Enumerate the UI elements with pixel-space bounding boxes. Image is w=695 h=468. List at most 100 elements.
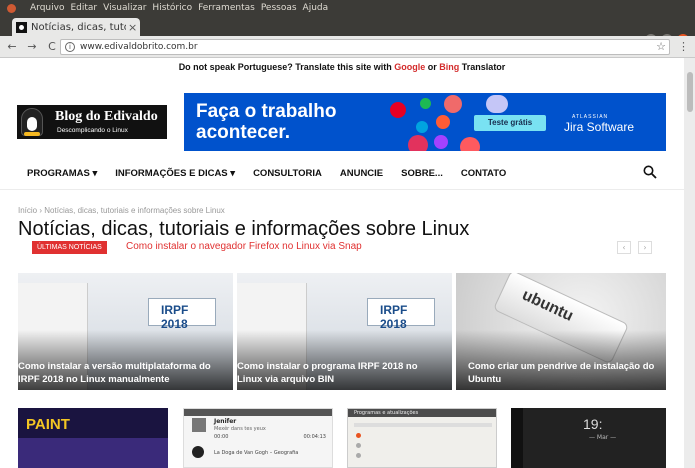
jira-ad-banner[interactable]: Faça o trabalho acontecer. Teste grátis …: [184, 93, 666, 151]
scrollbar-thumb[interactable]: [687, 72, 693, 112]
page-scrollbar[interactable]: [684, 58, 695, 468]
player-time-end: 00:04:13: [303, 434, 326, 440]
logo-tagline: Descomplicando o Linux: [57, 127, 128, 134]
spotify-icon: [420, 98, 431, 109]
free-trial-button[interactable]: Teste grátis: [474, 115, 546, 131]
clock-time: 19:: [583, 416, 603, 432]
article-thumbnail[interactable]: 19: — Mar —: [511, 408, 666, 468]
circle-icon: [416, 121, 428, 133]
google-translate-link[interactable]: Google: [394, 62, 425, 72]
latest-news-badge: ÚLTIMAS NOTÍCIAS: [32, 241, 107, 254]
pinterest-icon: [390, 102, 406, 118]
info-icon[interactable]: i: [65, 42, 75, 52]
menu-arquivo[interactable]: Arquivo: [30, 3, 64, 13]
breadcrumb-separator: ›: [39, 206, 43, 215]
page-title: Notícias, dicas, tutoriais e informações…: [18, 218, 470, 240]
tab-bar: Notícias, dicas, tuto × – □ ×: [0, 16, 695, 46]
tux-penguin-icon: [21, 108, 43, 136]
twitch-icon: [434, 135, 448, 149]
browser-toolbar: ← → C i www.edivaldobrito.com.br ☆ ⋮: [0, 36, 695, 58]
forward-icon[interactable]: →: [24, 40, 40, 53]
ad-headline-line2: acontecer.: [196, 122, 290, 143]
player-track-title: Jenifer: [214, 418, 237, 425]
album-art: [192, 418, 206, 432]
game-grid: [18, 438, 168, 468]
translate-suffix: Translator: [461, 62, 506, 72]
player-titlebar: [184, 409, 332, 416]
menu-pessoas[interactable]: Pessoas: [261, 3, 297, 13]
article-thumbnail[interactable]: PAINT: [18, 408, 168, 468]
site-logo[interactable]: Blog do Edivaldo Descomplicando o Linux: [17, 105, 167, 139]
featured-card[interactable]: IRPF 2018 Como instalar a versão multipl…: [18, 273, 233, 390]
back-icon[interactable]: ←: [4, 40, 20, 53]
radio-icon: [356, 443, 361, 448]
card-caption[interactable]: Como instalar a versão multiplataforma d…: [18, 360, 233, 386]
nav-informacoes-e-dicas[interactable]: INFORMAÇÕES E DICAS ▾: [115, 168, 235, 179]
airbnb-icon: [460, 137, 480, 151]
url-text[interactable]: www.edivaldobrito.com.br: [80, 42, 198, 52]
clock-date: — Mar —: [589, 434, 617, 441]
irpf-logo: IRPF 2018: [367, 298, 435, 331]
nav-contato[interactable]: CONTATO: [461, 168, 506, 179]
dock-bar: [511, 408, 523, 468]
breadcrumb: Início › Notícias, dicas, tutoriais e in…: [18, 206, 225, 215]
menu-ajuda[interactable]: Ajuda: [303, 3, 329, 13]
tab-close-icon[interactable]: ×: [128, 21, 137, 34]
bookmark-star-icon[interactable]: ☆: [656, 40, 666, 53]
featured-card[interactable]: IRPF 2018 Como instalar o programa IRPF …: [237, 273, 452, 390]
featured-card[interactable]: ubuntu Como criar um pendrive de instala…: [456, 273, 666, 390]
browser-tab[interactable]: Notícias, dicas, tuto ×: [12, 18, 140, 36]
ad-headline-line1: Faça o trabalho: [196, 101, 337, 122]
irpf-logo-text: IRPF 2018: [161, 303, 189, 331]
radio-icon: [356, 433, 361, 438]
app-menubar: Arquivo Editar Visualizar Histórico Ferr…: [0, 0, 334, 16]
card-caption[interactable]: Como instalar o programa IRPF 2018 no Li…: [237, 360, 452, 386]
search-icon[interactable]: [643, 165, 657, 179]
card-caption[interactable]: Como criar um pendrive de instalação do …: [468, 360, 666, 386]
nav-programas[interactable]: PROGRAMAS ▾: [27, 168, 97, 179]
player-track-artist: Mexêr dans tes yeux: [214, 426, 266, 432]
menu-historico[interactable]: Histórico: [152, 3, 192, 13]
ticker-prev-button[interactable]: ‹: [617, 241, 631, 254]
asana-icon: [444, 95, 462, 113]
vinyl-icon: [192, 446, 204, 458]
main-nav: PROGRAMAS ▾ INFORMAÇÕES E DICAS ▾ CONSUL…: [0, 158, 684, 188]
close-window-dot[interactable]: [7, 3, 16, 13]
breadcrumb-current: Notícias, dicas, tutoriais e informações…: [44, 206, 225, 215]
article-thumbnail[interactable]: Programas e atualizações: [347, 408, 497, 468]
tab-title: Notícias, dicas, tuto: [31, 21, 126, 33]
browser-menu-icon[interactable]: ⋮: [678, 40, 689, 53]
nav-consultoria[interactable]: CONSULTORIA: [253, 168, 322, 179]
updates-window-title: Programas e atualizações: [354, 410, 419, 416]
stripe-icon: [486, 95, 508, 113]
nav-divider: [0, 189, 684, 190]
reload-icon[interactable]: C: [44, 40, 60, 53]
hex-icon: [436, 115, 450, 129]
wework-icon: [408, 135, 428, 151]
favicon-icon: [16, 21, 27, 33]
latest-news-headline[interactable]: Como instalar o navegador Firefox no Lin…: [126, 241, 362, 252]
ad-headline: Faça o trabalho acontecer.: [196, 101, 336, 143]
nav-anuncie[interactable]: ANUNCIE: [340, 168, 383, 179]
bing-translate-link[interactable]: Bing: [439, 62, 459, 72]
breadcrumb-home[interactable]: Início: [18, 206, 37, 215]
jira-software-label: Jira Software: [564, 120, 635, 134]
player-time-start: 00:00: [214, 434, 229, 440]
menu-ferramentas[interactable]: Ferramentas: [198, 3, 255, 13]
irpf-logo-text: IRPF 2018: [380, 303, 408, 331]
menu-editar[interactable]: Editar: [70, 3, 97, 13]
ticker-next-button[interactable]: ›: [638, 241, 652, 254]
irpf-logo: IRPF 2018: [148, 298, 216, 331]
radio-icon: [356, 453, 361, 458]
nav-sobre[interactable]: SOBRE...: [401, 168, 443, 179]
game-title: PAINT: [26, 416, 70, 433]
updates-tabs: [354, 423, 492, 427]
page-content: Do not speak Portuguese? Translate this …: [0, 58, 684, 468]
article-thumbnail[interactable]: Jenifer Mexêr dans tes yeux 00:00 00:04:…: [183, 408, 333, 468]
address-bar[interactable]: i www.edivaldobrito.com.br ☆: [60, 39, 670, 55]
menu-visualizar[interactable]: Visualizar: [103, 3, 146, 13]
player-next-track: La Doga de Van Gogh – Geografia: [214, 450, 299, 456]
logo-title: Blog do Edivaldo: [55, 109, 158, 124]
translate-bar: Do not speak Portuguese? Translate this …: [0, 62, 684, 72]
translate-or: or: [427, 62, 437, 72]
